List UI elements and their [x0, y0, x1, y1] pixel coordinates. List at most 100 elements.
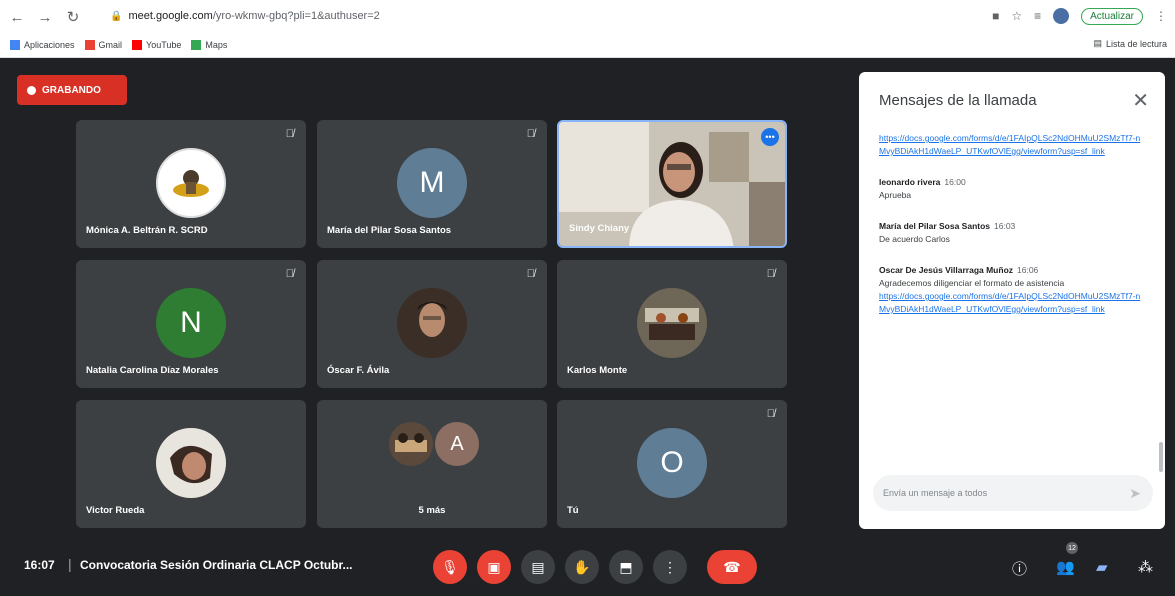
- mic-off-icon: 🎙̸: [285, 268, 294, 280]
- captions-icon: ▤: [531, 558, 545, 575]
- bottom-bar: 16:07 | Convocatoria Sesión Ordinaria CL…: [0, 536, 1175, 596]
- participant-tile-active[interactable]: ••• Sindy Chiany: [557, 120, 787, 248]
- camera-off-icon: ▣: [487, 558, 501, 575]
- participant-name: Karlos Monte: [567, 365, 628, 376]
- apps-icon: [10, 40, 20, 50]
- participant-name: Natalia Carolina Díaz Morales: [86, 365, 219, 376]
- present-button[interactable]: ⬒: [609, 550, 643, 584]
- chat-icon[interactable]: ▰: [1096, 558, 1108, 576]
- chat-message: Oscar De Jesús Villarraga Muñoz 16:06 Agr…: [879, 264, 1145, 316]
- profile-avatar[interactable]: [1053, 8, 1070, 24]
- chat-panel: Mensajes de la llamada ✕ https://docs.go…: [859, 72, 1165, 529]
- profile-photo: [637, 288, 707, 358]
- message-text: De acuerdo Carlos: [879, 234, 950, 244]
- reload-icon[interactable]: ↻: [62, 6, 84, 28]
- participant-tile[interactable]: 🎙̸ Mónica A. Beltrán R. SCRD: [76, 120, 306, 248]
- mic-off-icon: 🎙̸: [526, 268, 535, 280]
- avatar-photo: [637, 288, 707, 358]
- message-text: Agradecemos diligenciar el formato de as…: [879, 278, 1065, 288]
- hand-icon: ✋: [573, 558, 591, 575]
- mic-off-icon: 🎙̸: [526, 128, 535, 140]
- chat-message: leonardo rivera 16:00 Aprueba: [879, 176, 1145, 202]
- star-icon[interactable]: ☆: [1011, 9, 1022, 23]
- participant-tile[interactable]: 🎙̸ M María del Pilar Sosa Santos: [317, 120, 547, 248]
- lock-icon: 🔒: [110, 10, 123, 22]
- bookmarks-bar: Aplicaciones Gmail YouTube Maps: [0, 34, 1175, 56]
- more-options-button[interactable]: ⋮: [653, 550, 687, 584]
- url-host: meet.google.com: [128, 10, 213, 22]
- chat-input[interactable]: Envía un mensaje a todos ➤: [873, 475, 1153, 511]
- avatar: A: [435, 422, 479, 466]
- forward-icon[interactable]: →: [34, 6, 56, 28]
- bookmark-gmail[interactable]: Gmail: [84, 40, 122, 50]
- browser-toolbar: ← → ↻ 🔒 meet.google.com /yro-wkmw-gbq?pl…: [0, 0, 1175, 34]
- participant-tile-group[interactable]: A 5 más: [317, 400, 547, 528]
- chat-title: Mensajes de la llamada: [879, 92, 1037, 109]
- more-options-icon[interactable]: •••: [761, 128, 779, 146]
- participant-name: María del Pilar Sosa Santos: [327, 225, 452, 236]
- reading-list-icon: ▤: [1093, 38, 1102, 48]
- chat-message: https://docs.google.com/forms/d/e/1FAIpQ…: [879, 132, 1145, 158]
- message-link[interactable]: https://docs.google.com/forms/d/e/1FAIpQ…: [879, 133, 1140, 156]
- more-vert-icon: ⋮: [663, 558, 677, 575]
- message-text: Aprueba: [879, 190, 912, 200]
- menu-icon[interactable]: ⋮: [1155, 9, 1167, 23]
- message-sender: María del Pilar Sosa Santos: [879, 221, 991, 231]
- group-photo: [389, 422, 433, 466]
- separator: |: [68, 556, 72, 572]
- message-link[interactable]: https://docs.google.com/forms/d/e/1FAIpQ…: [879, 291, 1140, 314]
- profile-photo: [397, 288, 467, 358]
- send-icon[interactable]: ➤: [1129, 485, 1141, 502]
- update-button[interactable]: Actualizar: [1081, 7, 1143, 25]
- bookmark-maps[interactable]: Maps: [191, 40, 227, 50]
- camera-icon[interactable]: ■: [992, 9, 999, 23]
- avatar: [156, 148, 226, 218]
- camera-toggle-button[interactable]: ▣: [477, 550, 511, 584]
- participant-tile-self[interactable]: 🎙̸ O Tú: [557, 400, 787, 528]
- raise-hand-button[interactable]: ✋: [565, 550, 599, 584]
- participant-tile[interactable]: Victor Rueda: [76, 400, 306, 528]
- chat-message: María del Pilar Sosa Santos 16:03 De acue…: [879, 220, 1145, 246]
- more-participants-label: 5 más: [418, 505, 446, 516]
- message-list: https://docs.google.com/forms/d/e/1FAIpQ…: [879, 132, 1145, 334]
- url-path: /yro-wkmw-gbq?pli=1&authuser=2: [212, 10, 380, 22]
- mic-off-icon: 🎙̸: [766, 268, 775, 280]
- participant-name: Mónica A. Beltrán R. SCRD: [86, 225, 208, 236]
- record-icon: [27, 85, 36, 95]
- avatar: O: [637, 428, 707, 498]
- bookmark-youtube[interactable]: YouTube: [132, 40, 181, 50]
- gmail-icon: [84, 40, 95, 50]
- maps-icon: [191, 40, 202, 50]
- avatar-photo: [156, 428, 226, 498]
- participant-name: Tú: [567, 505, 579, 516]
- participant-name: Óscar F. Ávila: [327, 365, 390, 376]
- clock: 16:07: [24, 558, 55, 572]
- participant-tile[interactable]: 🎙̸ Karlos Monte: [557, 260, 787, 388]
- mic-toggle-button[interactable]: 🎙: [433, 550, 467, 584]
- phone-hangup-icon: ☎: [723, 558, 741, 575]
- mic-off-icon: 🎙̸: [766, 408, 775, 420]
- participant-tile[interactable]: 🎙̸ N Natalia Carolina Díaz Morales: [76, 260, 306, 388]
- participant-tile[interactable]: 🎙̸ Óscar F. Ávila: [317, 260, 547, 388]
- meeting-title: Convocatoria Sesión Ordinaria CLACP Octu…: [80, 558, 353, 572]
- leave-call-button[interactable]: ☎: [707, 550, 757, 584]
- people-icon[interactable]: 👥: [1056, 558, 1075, 576]
- participant-name: Victor Rueda: [86, 505, 145, 516]
- logo-image: [173, 170, 209, 197]
- back-icon[interactable]: ←: [6, 6, 28, 28]
- present-icon: ⬒: [619, 558, 633, 575]
- extensions-icon[interactable]: ≡: [1034, 9, 1041, 23]
- meet-area: GRABANDO 🎙̸ Mónica A. Beltrán R. SCRD 🎙̸…: [0, 58, 1175, 596]
- youtube-icon: [132, 40, 143, 50]
- bookmark-apps[interactable]: Aplicaciones: [10, 40, 75, 50]
- activities-icon[interactable]: ⁂: [1138, 558, 1153, 576]
- avatar: M: [397, 148, 467, 218]
- participant-name: Sindy Chiany: [569, 223, 630, 234]
- chat-scrollbar[interactable]: [1159, 442, 1163, 472]
- reading-list[interactable]: ▤ Lista de lectura: [1093, 38, 1167, 49]
- mic-off-icon: 🎙̸: [285, 128, 294, 140]
- address-bar[interactable]: 🔒 meet.google.com /yro-wkmw-gbq?pli=1&au…: [110, 5, 980, 27]
- captions-button[interactable]: ▤: [521, 550, 555, 584]
- close-icon[interactable]: ✕: [1132, 88, 1149, 113]
- info-icon[interactable]: ⓘ: [1012, 558, 1027, 579]
